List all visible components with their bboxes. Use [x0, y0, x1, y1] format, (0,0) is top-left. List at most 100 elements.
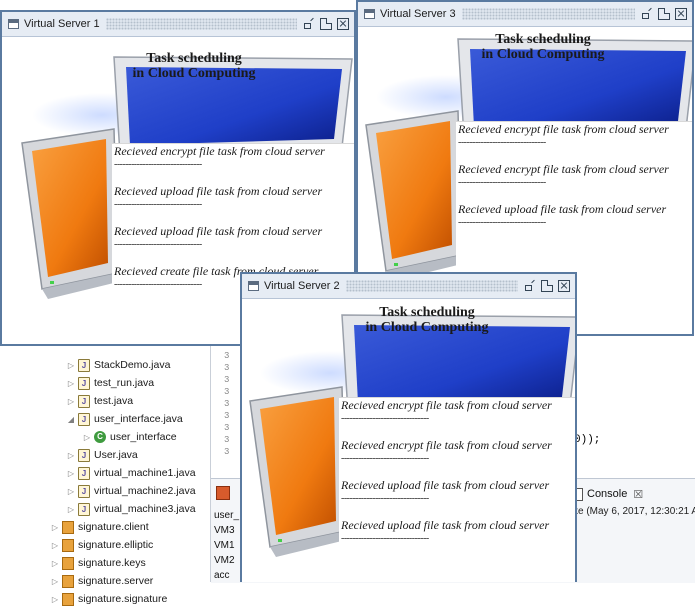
tree-package[interactable]: ▷ signature.signature [50, 590, 167, 608]
expand-toggle-icon[interactable]: ▷ [50, 577, 60, 586]
line-number: 3 [224, 411, 230, 421]
line-number: 3 [224, 363, 230, 373]
line-number: 3 [224, 387, 230, 397]
tree-package[interactable]: ▷ signature.client [50, 518, 149, 536]
tree-package[interactable]: ▷ signature.server [50, 572, 153, 590]
tree-item-label: user_interface.java [94, 413, 183, 425]
log-entry: Recieved encrypt file task from cloud se… [458, 122, 669, 136]
java-file-icon: J [78, 448, 90, 462]
tree-file[interactable]: ▷ Jvirtual_machine2.java [66, 482, 196, 500]
tree-class[interactable]: ▷ Cuser_interface [82, 428, 177, 446]
expand-toggle-icon[interactable]: ▷ [66, 379, 76, 388]
class-icon: C [94, 431, 106, 443]
expand-toggle-icon[interactable]: ▷ [66, 487, 76, 496]
minimize-icon[interactable] [641, 8, 653, 20]
tree-item-label: StackDemo.java [94, 359, 171, 371]
log-entry: Recieved upload file task from cloud ser… [114, 184, 323, 198]
window-titlebar[interactable]: Virtual Server 2 [242, 274, 575, 299]
console-process-info: xe (May 6, 2017, 12:30:21 AM [573, 506, 695, 517]
tree-package[interactable]: ▷ signature.elliptic [50, 536, 153, 554]
problems-tab-icon[interactable] [216, 486, 230, 500]
log-entry: Recieved encrypt file task from cloud se… [458, 162, 669, 176]
tree-file[interactable]: ▷ Jtest_run.java [66, 374, 154, 392]
window-content: Task scheduling in Cloud Computing Recieve… [242, 299, 575, 582]
close-icon[interactable] [675, 8, 687, 20]
log-entry: Recieved upload file task from cloud ser… [114, 224, 323, 238]
package-icon [62, 520, 74, 534]
window-heading: Task scheduling in Cloud Computing [114, 51, 274, 81]
virtual-server-2-window[interactable]: Virtual Server 2 Task scheduling in Cloud … [240, 272, 577, 582]
tree-file[interactable]: ▷ J User.java [66, 446, 138, 464]
tree-item-label: test_run.java [94, 377, 155, 389]
line-number: 3 [224, 423, 230, 433]
window-icon [364, 9, 375, 19]
log-entry: Recieved encrypt file task from cloud se… [114, 144, 325, 158]
expand-toggle-icon[interactable]: ▷ [66, 451, 76, 460]
titlebar-grip[interactable] [345, 280, 518, 292]
heading-line: in Cloud Computing [481, 47, 605, 62]
minimize-icon[interactable] [524, 280, 536, 292]
maximize-icon[interactable] [541, 280, 553, 292]
log-separator: ------------------------------- [114, 199, 202, 210]
window-heading: Task scheduling in Cloud Computing [347, 305, 507, 335]
tree-item-label: User.java [94, 449, 138, 461]
tree-file[interactable]: ▷ Jvirtual_machine1.java [66, 464, 196, 482]
tree-file[interactable]: ▷ J StackDemo.java [66, 356, 170, 374]
java-file-icon: J [78, 484, 90, 498]
expand-toggle-icon[interactable]: ▷ [66, 505, 76, 514]
tree-file[interactable]: ▷ Jvirtual_machine3.java [66, 500, 196, 518]
java-file-icon: J [78, 412, 90, 426]
log-separator: ------------------------------- [458, 177, 546, 188]
java-file-icon: J [78, 466, 90, 480]
tree-item-label: signature.client [78, 521, 149, 533]
expand-toggle-icon[interactable]: ▷ [66, 361, 76, 370]
minimize-icon[interactable] [303, 18, 315, 30]
expand-toggle-icon[interactable]: ▷ [50, 559, 60, 568]
tree-item-label: test.java [94, 395, 134, 407]
package-icon [62, 574, 74, 588]
line-number: 3 [224, 375, 230, 385]
package-icon [62, 538, 74, 552]
close-icon[interactable]: ☒ [633, 488, 643, 501]
tree-file[interactable]: ▷ Jtest.java [66, 392, 133, 410]
window-titlebar[interactable]: Virtual Server 1 [2, 12, 354, 37]
heading-line: Task scheduling [146, 51, 242, 66]
expand-toggle-icon[interactable]: ◢ [66, 415, 76, 424]
tree-package[interactable]: ▷ signature.keys [50, 554, 146, 572]
java-file-icon: J [78, 376, 90, 390]
tree-item-label: virtual_machine3.java [94, 503, 196, 515]
titlebar-grip[interactable] [461, 8, 635, 20]
log-separator: ------------------------------- [341, 493, 429, 504]
tree-item-label: signature.server [78, 575, 154, 587]
tree-item-label: signature.signature [78, 593, 168, 605]
close-icon[interactable] [337, 18, 349, 30]
log-entry: Recieved encrypt file task from cloud se… [341, 398, 552, 412]
expand-toggle-icon[interactable]: ▷ [50, 523, 60, 532]
java-file-icon: J [78, 394, 90, 408]
maximize-icon[interactable] [658, 8, 670, 20]
expand-toggle-icon[interactable]: ▷ [82, 433, 92, 442]
code-fragment: 0)); [574, 434, 601, 446]
log-entry: Recieved upload file task from cloud ser… [341, 478, 550, 492]
tree-item-label: virtual_machine2.java [94, 485, 196, 497]
expand-toggle-icon[interactable]: ▷ [66, 397, 76, 406]
expand-toggle-icon[interactable]: ▷ [66, 469, 76, 478]
task-log: Recieved encrypt file task from cloud se… [339, 397, 575, 582]
package-icon [62, 556, 74, 570]
window-titlebar[interactable]: Virtual Server 3 [358, 2, 692, 27]
tree-item-label: user_interface [110, 431, 177, 443]
maximize-icon[interactable] [320, 18, 332, 30]
tree-item-label: signature.keys [78, 557, 146, 569]
tree-file[interactable]: ◢ Juser_interface.java [66, 410, 183, 428]
log-separator: ------------------------------- [341, 533, 429, 544]
tab-console[interactable]: Console ☒ [572, 484, 643, 504]
log-separator: ------------------------------- [458, 217, 546, 228]
expand-toggle-icon[interactable]: ▷ [50, 541, 60, 550]
expand-toggle-icon[interactable]: ▷ [50, 595, 60, 604]
titlebar-grip[interactable] [105, 18, 297, 30]
close-icon[interactable] [558, 280, 570, 292]
tree-item-label: virtual_machine1.java [94, 467, 196, 479]
log-separator: ------------------------------- [341, 413, 429, 424]
heading-line: in Cloud Computing [365, 320, 489, 335]
tree-item-label: signature.elliptic [78, 539, 154, 551]
